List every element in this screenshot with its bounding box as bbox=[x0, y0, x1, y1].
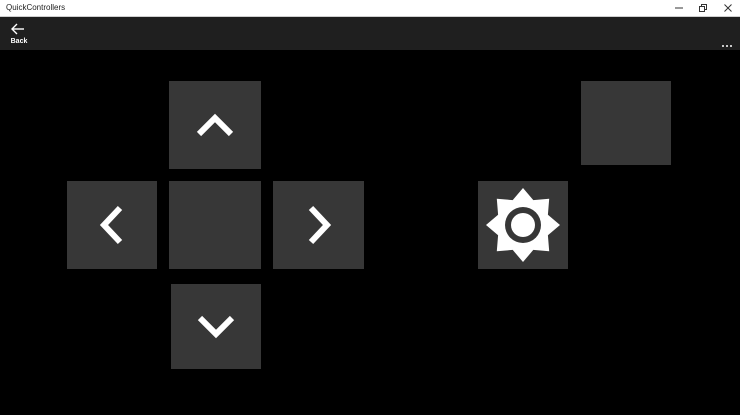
dpad-left-button[interactable] bbox=[67, 181, 157, 269]
dpad-down-button[interactable] bbox=[171, 284, 261, 369]
dpad-up-button[interactable] bbox=[169, 81, 261, 169]
close-icon bbox=[723, 4, 732, 12]
action-button-top[interactable] bbox=[581, 81, 671, 165]
chevron-right-icon bbox=[308, 205, 332, 245]
restore-icon bbox=[698, 4, 707, 12]
dpad-right-button[interactable] bbox=[273, 181, 364, 269]
arrow-left-icon bbox=[11, 23, 24, 35]
chevron-up-icon bbox=[196, 113, 234, 137]
chevron-down-icon bbox=[197, 315, 235, 339]
app-title: QuickControllers bbox=[6, 3, 66, 12]
brightness-button[interactable] bbox=[478, 181, 568, 269]
minimize-icon bbox=[674, 7, 683, 9]
dpad-center-button[interactable] bbox=[169, 181, 261, 269]
command-bar: Back bbox=[0, 17, 740, 50]
brightness-icon bbox=[486, 188, 560, 262]
minimize-button[interactable] bbox=[666, 0, 691, 16]
chevron-left-icon bbox=[99, 205, 123, 245]
close-button[interactable] bbox=[715, 0, 740, 16]
restore-button[interactable] bbox=[690, 0, 715, 16]
back-label: Back bbox=[10, 38, 28, 45]
controller-canvas bbox=[0, 50, 740, 415]
back-button[interactable]: Back bbox=[6, 19, 32, 49]
title-bar: QuickControllers bbox=[0, 0, 740, 17]
